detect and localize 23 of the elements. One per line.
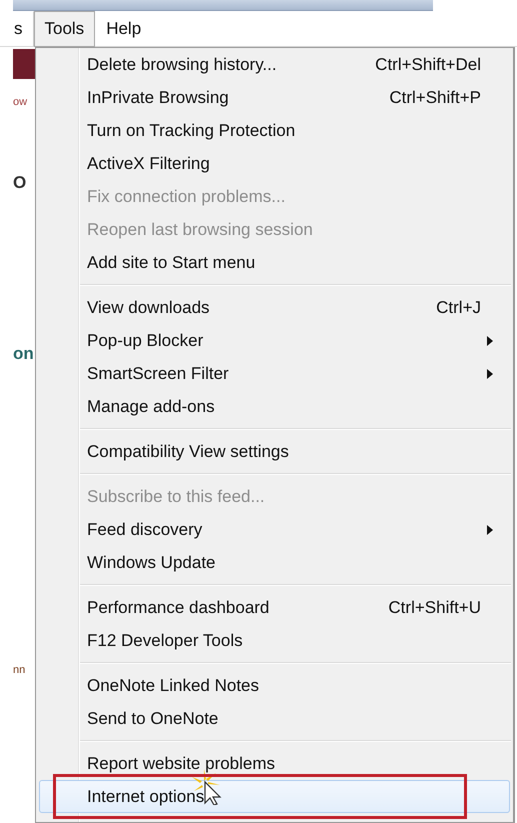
page-banner [13,49,35,79]
menu-item[interactable]: Pop-up Blocker [39,324,510,357]
menu-item[interactable]: Feed discovery [39,513,510,546]
menu-item[interactable]: View downloads Ctrl+J [39,291,510,324]
menu-item[interactable]: SmartScreen Filter [39,357,510,390]
menu-item[interactable]: F12 Developer Tools [39,624,510,657]
menu-item[interactable]: Manage add-ons [39,390,510,423]
menu-item[interactable]: Delete browsing history... Ctrl+Shift+Del [39,48,510,81]
menu-item[interactable]: Performance dashboard Ctrl+Shift+U [39,591,510,624]
menu-item[interactable]: Windows Update [39,546,510,579]
page-text: nn [13,664,26,678]
menu-item[interactable]: Add site to Start menu [39,246,510,279]
menu-item[interactable]: InPrivate Browsing Ctrl+Shift+P [39,81,510,114]
page-text: ow [13,96,28,110]
menu-item[interactable]: ActiveX Filtering [39,147,510,180]
menu-bar-item[interactable]: Help [95,11,152,47]
page-heading: on [13,344,34,364]
page-heading: O [13,173,26,194]
menu-bar-item[interactable]: Tools [34,11,96,47]
menu-item[interactable]: Send to OneNote [39,702,510,735]
menu-item[interactable]: Turn on Tracking Protection [39,114,510,147]
menu-item[interactable]: Compatibility View settings [39,435,510,468]
menu-item[interactable]: OneNote Linked Notes [39,669,510,702]
